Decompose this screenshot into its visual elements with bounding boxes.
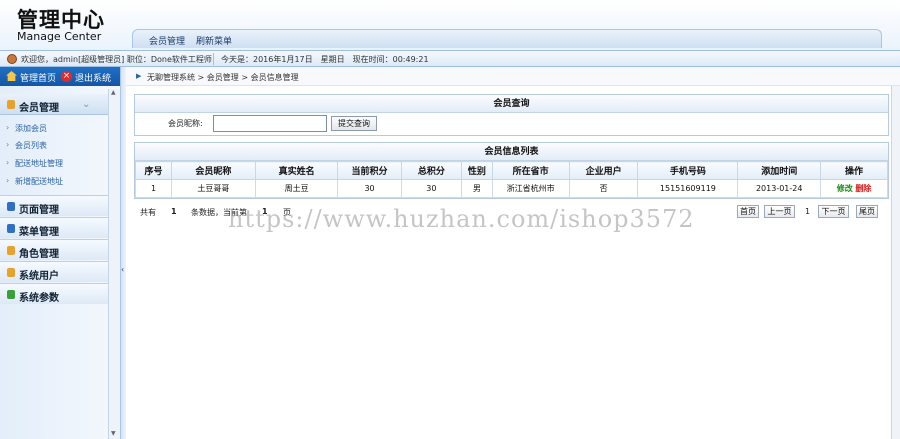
cell-city: 浙江省杭州市 (491, 179, 570, 198)
col-header: 所在省市 (491, 161, 570, 180)
topnav-member-management[interactable]: 会员管理 (149, 34, 185, 47)
sidebar-scrollbar[interactable]: ▲ ▼ (108, 89, 120, 439)
date-time-text: 今天是：2016年1月17日 星期日 现在时间：00:49:21 (221, 55, 429, 64)
arrow-icon: › (6, 176, 10, 185)
table-row: 1 土豆哥哥 周土豆 30 30 男 浙江省杭州市 否 15151609119 … (134, 179, 888, 198)
menu-group-label: 会员管理 (19, 103, 59, 114)
col-header: 序号 (134, 161, 173, 180)
sidebar-item-label: 添加会员 (15, 124, 47, 133)
cell-phone: 15151609119 (637, 179, 739, 198)
topnav-refresh-menu[interactable]: 刷新菜单 (196, 34, 232, 47)
home-link[interactable]: 管理首页 (20, 71, 56, 84)
menu-group-member[interactable]: 会员管理 ⌄ (0, 94, 120, 115)
watermark: https://www.huzhan.com/ishop3572 (228, 205, 695, 233)
next-page-button[interactable]: 下一页 (818, 205, 849, 218)
menu-group-label: 页面管理 (19, 205, 59, 216)
sidebar-item-address-manage[interactable]: › 配送地址管理 (0, 155, 120, 171)
menu-group-label: 角色管理 (19, 249, 59, 260)
breadcrumb-text: 无聊管理系统 > 会员管理 > 会员信息管理 (147, 73, 299, 82)
cell-current-points: 30 (337, 179, 402, 198)
sidebar: 管理首页 × 退出系统 会员管理 ⌄ › 添加会员 › 会员列表 › 配送地址管… (0, 67, 120, 439)
arrow-icon: › (6, 140, 10, 149)
cell-no: 1 (134, 179, 173, 198)
user-group-icon (7, 100, 15, 109)
user-icon (7, 54, 17, 64)
sidebar-item-member-list[interactable]: › 会员列表 (0, 137, 120, 153)
sidebar-item-label: 配送地址管理 (15, 159, 63, 168)
member-table: 序号 会员昵称 真实姓名 当前积分 总积分 性别 所在省市 企业用户 手机号码 … (134, 161, 888, 198)
arrow-icon: › (6, 123, 10, 132)
pager-current: 1 (805, 207, 811, 216)
submit-query-button[interactable]: 提交查询 (331, 116, 377, 131)
sidebar-splitter[interactable]: ‹ (120, 67, 126, 439)
col-header: 操作 (820, 161, 888, 180)
info-bar: 欢迎您，admin[超级管理员] 职位：Done软件工程师 今天是：2016年1… (0, 50, 900, 67)
welcome-text: 欢迎您，admin[超级管理员] 职位：Done软件工程师 (21, 55, 212, 64)
menu-icon (7, 224, 15, 233)
logo-subtitle: Manage Center (17, 30, 102, 43)
exit-link[interactable]: 退出系统 (75, 71, 111, 84)
col-header: 会员昵称 (171, 161, 256, 180)
menu-group-system-user[interactable]: 系统用户 (0, 261, 120, 282)
sidebar-item-add-address[interactable]: › 新增配送地址 (0, 173, 120, 189)
breadcrumb: ▶ 无聊管理系统 > 会员管理 > 会员信息管理 (126, 67, 900, 86)
menu-group-system-params[interactable]: 系统参数 (0, 283, 120, 304)
col-header: 总积分 (400, 161, 463, 180)
col-header: 添加时间 (737, 161, 822, 180)
query-panel-title: 会员查询 (135, 95, 888, 113)
role-icon (7, 246, 15, 255)
collapse-arrow-icon[interactable]: ‹ (121, 265, 124, 274)
table-header-row: 序号 会员昵称 真实姓名 当前积分 总积分 性别 所在省市 企业用户 手机号码 … (134, 161, 888, 180)
prev-page-button[interactable]: 上一页 (764, 205, 795, 218)
cell-actions: 修改 删除 (820, 179, 888, 198)
last-page-button[interactable]: 尾页 (856, 205, 878, 218)
cell-nickname: 土豆哥哥 (171, 179, 256, 198)
nickname-label: 会员昵称: (168, 119, 203, 128)
page-icon (7, 202, 15, 211)
query-row: 会员昵称: 提交查询 (135, 113, 888, 135)
main-scrollbar[interactable] (891, 86, 900, 439)
menu-group-menu[interactable]: 菜单管理 (0, 217, 120, 238)
cell-gender: 男 (461, 179, 493, 198)
pager-total-label: 共有 (140, 208, 156, 217)
first-page-button[interactable]: 首页 (737, 205, 759, 218)
cell-enterprise: 否 (568, 179, 639, 198)
sidebar-item-add-member[interactable]: › 添加会员 (0, 120, 120, 136)
chevron-down-icon[interactable]: ⌄ (82, 99, 90, 110)
close-icon[interactable]: × (61, 71, 72, 82)
menu-group-role[interactable]: 角色管理 (0, 239, 120, 260)
sidebar-item-label: 新增配送地址 (15, 177, 63, 186)
edit-link[interactable]: 修改 (837, 184, 853, 193)
triangle-icon: ▶ (136, 72, 142, 80)
nickname-input[interactable] (213, 115, 327, 132)
pager-total: 1 (171, 207, 177, 216)
member-list-panel: 会员信息列表 序号 会员昵称 真实姓名 当前积分 总积分 性别 所在省市 企业用… (134, 142, 889, 199)
cell-total-points: 30 (400, 179, 463, 198)
cell-real-name: 周土豆 (254, 179, 339, 198)
quick-links: 管理首页 × 退出系统 (0, 67, 120, 86)
cell-add-time: 2013-01-24 (737, 179, 822, 198)
col-header: 真实姓名 (254, 161, 339, 180)
arrow-icon: › (6, 158, 10, 167)
col-header: 性别 (461, 161, 493, 180)
member-list-title: 会员信息列表 (135, 143, 888, 161)
menu-group-label: 菜单管理 (19, 227, 59, 238)
sidebar-item-label: 会员列表 (15, 141, 47, 150)
col-header: 企业用户 (568, 161, 639, 180)
divider (213, 53, 214, 65)
home-icon[interactable] (6, 71, 17, 81)
menu-group-label: 系统参数 (19, 293, 59, 304)
menu-group-label: 系统用户 (19, 271, 59, 282)
top-nav: 会员管理 刷新菜单 (132, 29, 882, 48)
scroll-up-icon[interactable]: ▲ (111, 89, 116, 96)
menu-group-page[interactable]: 页面管理 (0, 195, 120, 216)
col-header: 手机号码 (637, 161, 739, 180)
col-header: 当前积分 (337, 161, 402, 180)
user-icon (7, 268, 15, 277)
scroll-down-icon[interactable]: ▼ (111, 430, 116, 437)
settings-icon (7, 290, 15, 299)
delete-link[interactable]: 删除 (855, 184, 871, 193)
query-panel: 会员查询 会员昵称: 提交查询 (134, 94, 889, 136)
header: 管理中心 Manage Center 会员管理 刷新菜单 (0, 0, 900, 50)
